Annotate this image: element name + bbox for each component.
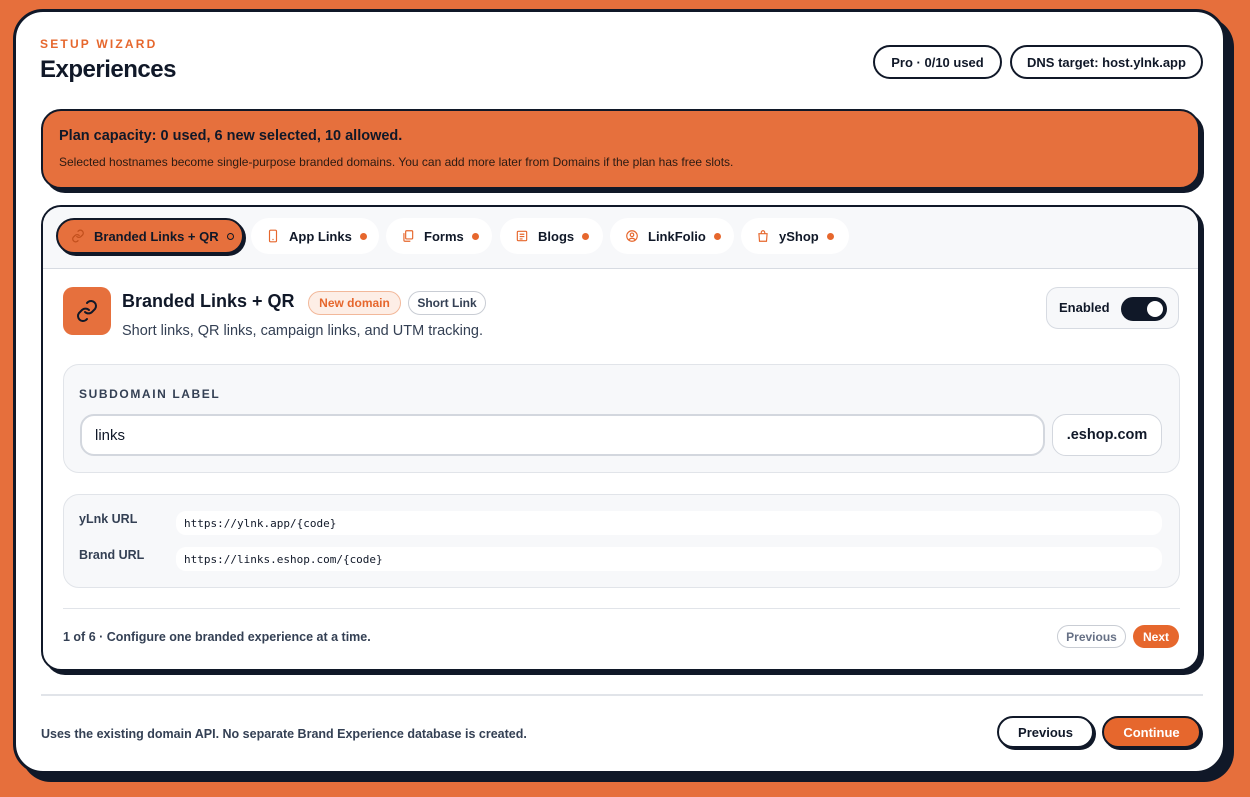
url-preview: yLnk URL https://ylnk.app/{code} Brand U… [63, 494, 1180, 588]
experience-panel: Branded Links + QR App Links Forms Blogs… [41, 205, 1200, 671]
tab-forms[interactable]: Forms [386, 218, 492, 254]
plan-capacity-alert: Plan capacity: 0 used, 6 new selected, 1… [41, 109, 1200, 189]
tab-label: LinkFolio [648, 228, 706, 244]
tab-status-dot [359, 232, 367, 240]
experience-title: Branded Links + QR [122, 291, 295, 311]
tab-status-dot [471, 232, 479, 240]
step-status: 1 of 6 · Configure one branded experienc… [63, 630, 371, 644]
divider [63, 608, 1180, 609]
user-circle-icon [624, 228, 640, 244]
toggle-label: Enabled [1059, 300, 1110, 315]
tab-status-dot [713, 232, 721, 240]
alert-title: Plan capacity: 0 used, 6 new selected, 1… [59, 128, 403, 144]
tab-linkfolio[interactable]: LinkFolio [610, 218, 734, 254]
footer-note: Uses the existing domain API. No separat… [41, 727, 527, 741]
copy-icon [400, 228, 416, 244]
alert-description: Selected hostnames become single-purpose… [59, 155, 734, 169]
brand-url-label: Brand URL [79, 548, 145, 562]
plan-usage-pill: Pro · 0/10 used [873, 45, 1002, 79]
ylnk-url-value: https://ylnk.app/{code} [176, 511, 1162, 535]
toggle-knob [1147, 301, 1163, 317]
link-icon [63, 287, 111, 335]
tab-label: Branded Links + QR [94, 228, 219, 244]
subdomain-label: SUBDOMAIN LABEL [79, 387, 221, 401]
enabled-toggle[interactable] [1121, 297, 1167, 321]
continue-button[interactable]: Continue [1102, 716, 1201, 748]
tab-status-dot [226, 232, 234, 240]
newspaper-icon [514, 228, 530, 244]
experience-tabs: Branded Links + QR App Links Forms Blogs… [43, 207, 1198, 269]
tab-blogs[interactable]: Blogs [500, 218, 603, 254]
previous-button[interactable]: Previous [997, 716, 1094, 748]
tab-status-dot [826, 232, 834, 240]
ylnk-url-label: yLnk URL [79, 512, 138, 526]
tab-label: Blogs [538, 228, 575, 244]
previous-experience-button[interactable]: Previous [1057, 625, 1126, 648]
mobile-icon [265, 228, 281, 244]
tab-status-dot [582, 232, 590, 240]
enabled-toggle-group: Enabled [1046, 287, 1179, 329]
tab-app-links[interactable]: App Links [251, 218, 379, 254]
dns-target-pill: DNS target: host.ylnk.app [1010, 45, 1203, 79]
tab-label: Forms [424, 228, 464, 244]
domain-suffix: .eshop.com [1052, 414, 1162, 456]
tab-yshop[interactable]: yShop [741, 218, 849, 254]
wizard-card: SETUP WIZARD Experiences Pro · 0/10 used… [13, 9, 1226, 774]
tab-label: App Links [289, 228, 352, 244]
divider [41, 694, 1203, 696]
tab-label: yShop [779, 228, 819, 244]
subdomain-section: SUBDOMAIN LABEL .eshop.com [63, 364, 1180, 473]
shopping-bag-icon [755, 228, 771, 244]
eyebrow: SETUP WIZARD [40, 37, 158, 51]
page-title: Experiences [40, 56, 176, 83]
brand-url-value: https://links.eshop.com/{code} [176, 547, 1162, 571]
experience-description: Short links, QR links, campaign links, a… [122, 323, 484, 339]
tab-branded-links[interactable]: Branded Links + QR [56, 218, 244, 254]
type-badge: Short Link [408, 291, 486, 315]
subdomain-input[interactable] [80, 414, 1045, 456]
new-domain-badge: New domain [308, 291, 401, 315]
next-experience-button[interactable]: Next [1133, 625, 1179, 648]
link-icon [70, 228, 86, 244]
